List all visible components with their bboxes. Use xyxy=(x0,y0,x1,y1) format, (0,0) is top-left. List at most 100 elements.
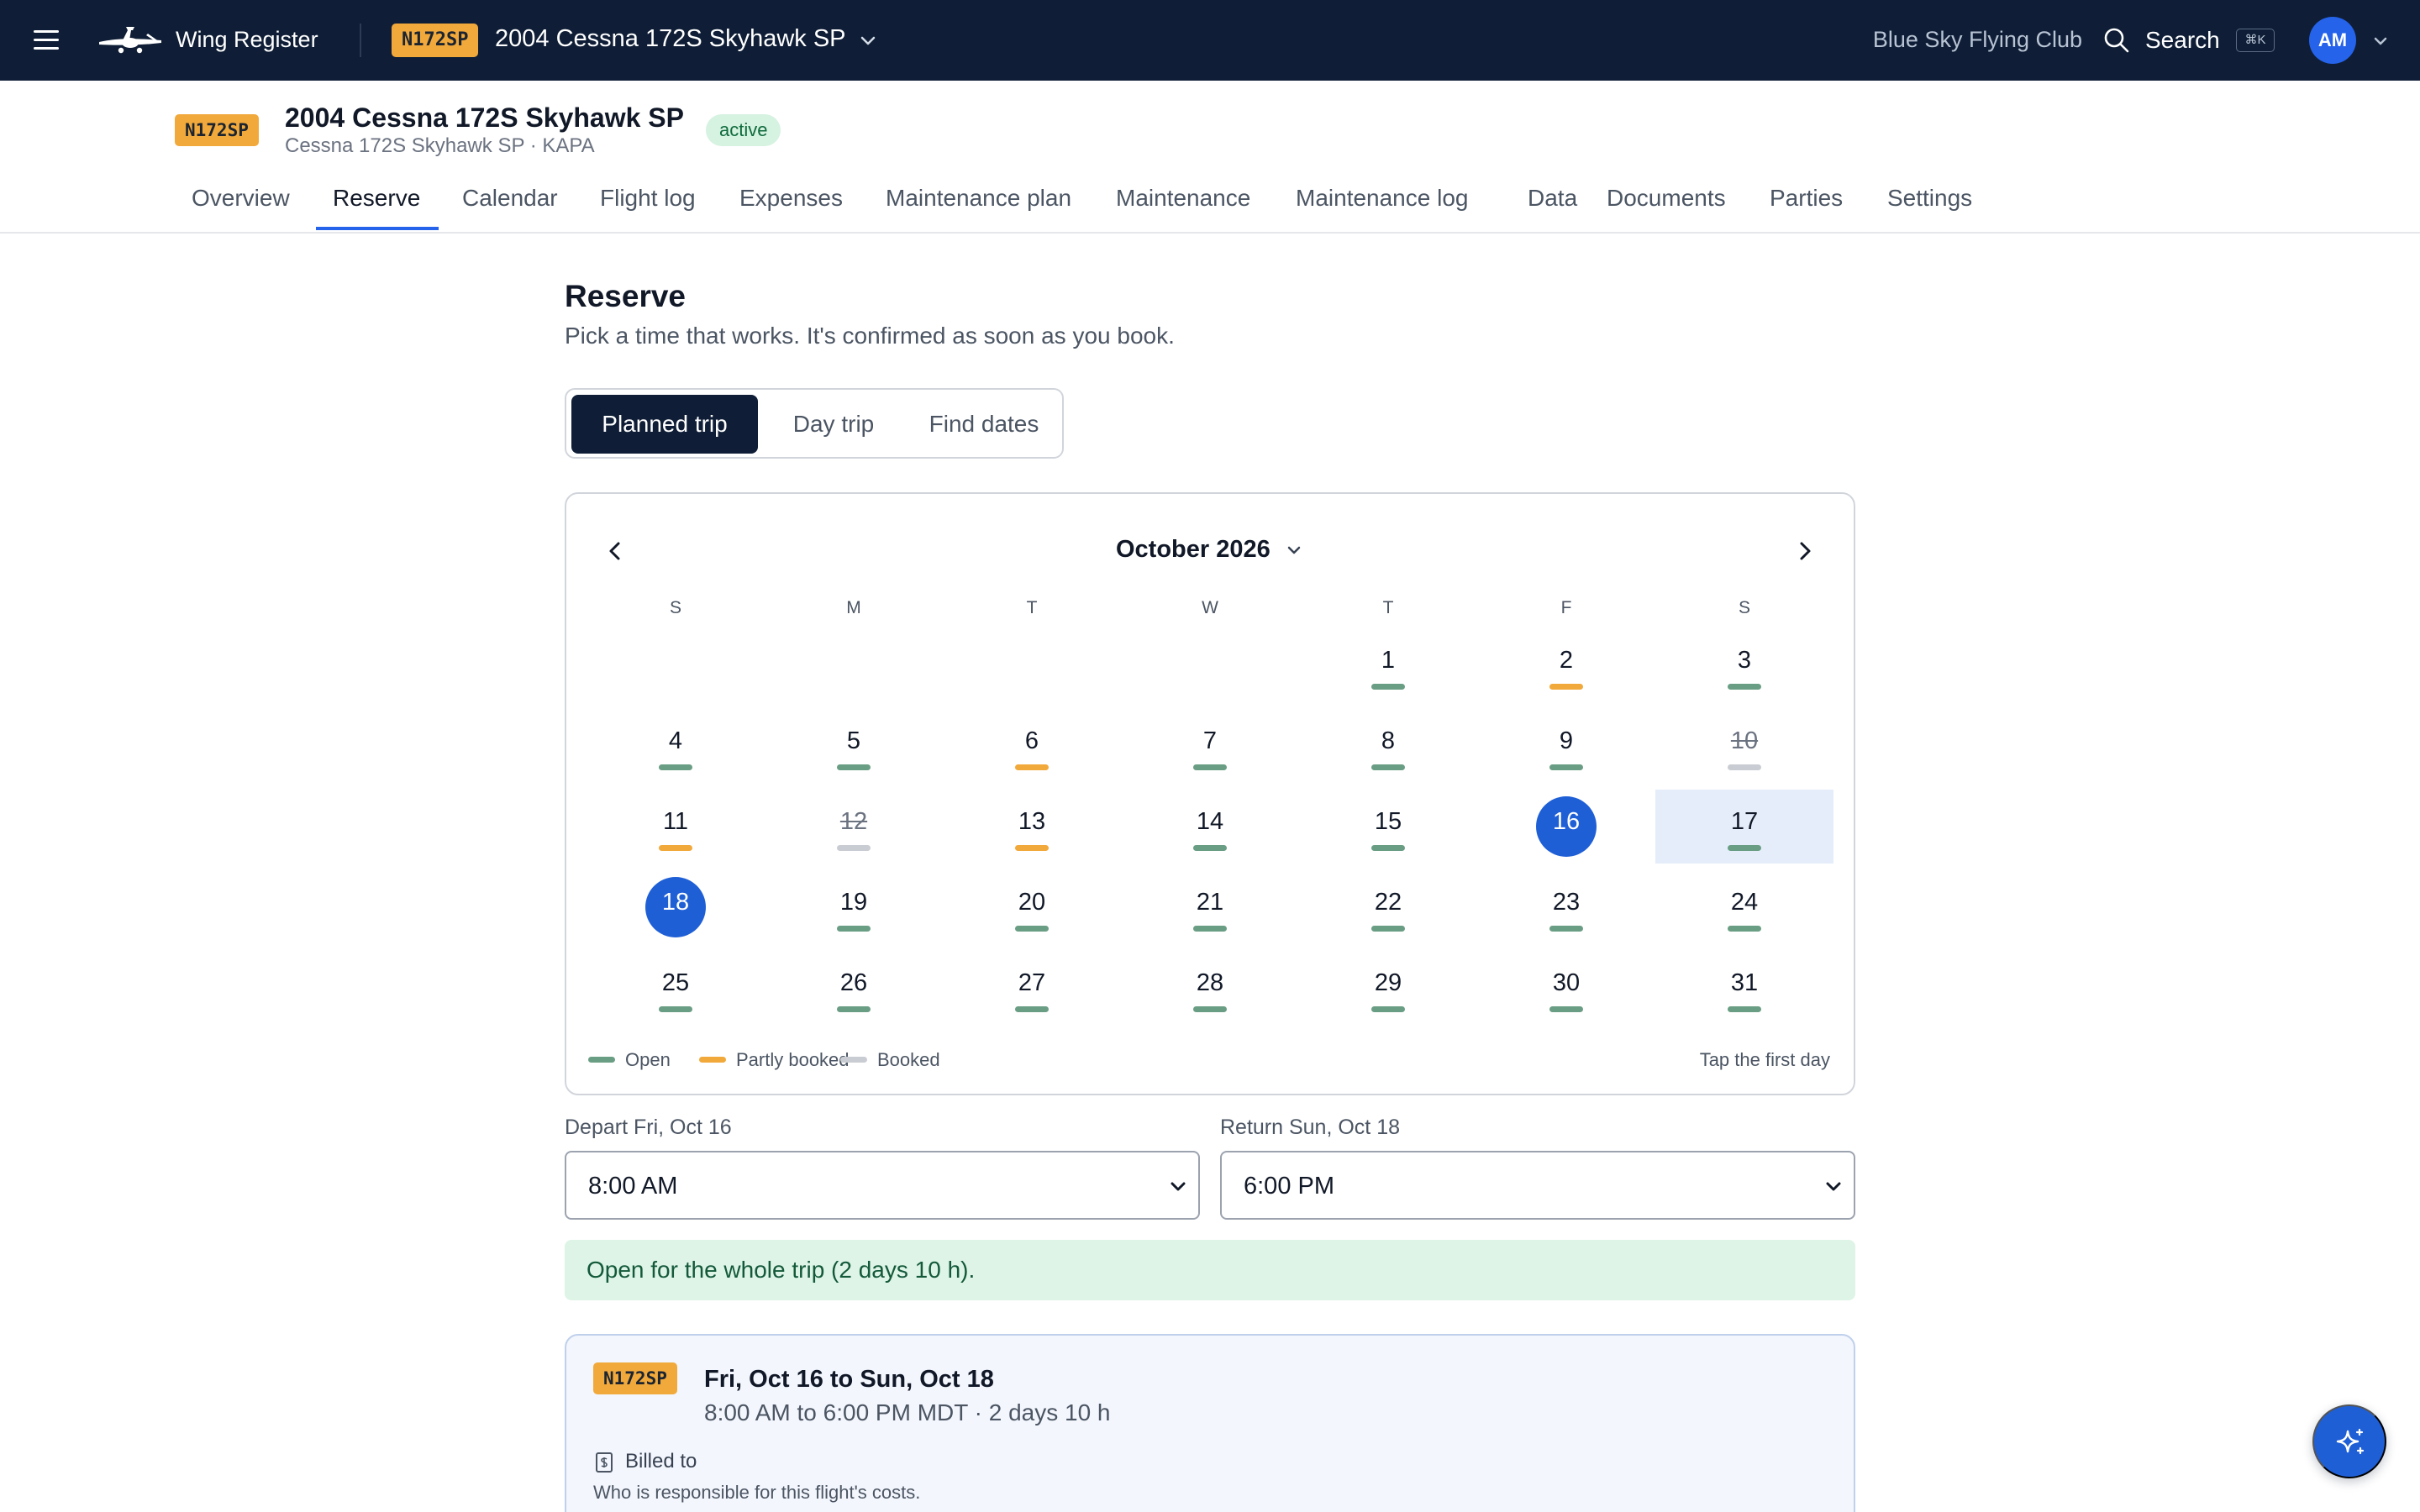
page-subtitle: Pick a time that works. It's confirmed a… xyxy=(565,323,1175,349)
calendar-day[interactable]: 7 xyxy=(1121,709,1299,783)
availability-bar-open xyxy=(1371,1006,1405,1012)
calendar-day[interactable]: 8 xyxy=(1299,709,1477,783)
day-number: 10 xyxy=(1730,727,1759,754)
return-time-select[interactable]: 6:00 PM xyxy=(1220,1151,1855,1220)
menu-icon[interactable] xyxy=(32,28,62,53)
mode-day-trip[interactable]: Day trip xyxy=(761,395,906,454)
club-name[interactable]: Blue Sky Flying Club xyxy=(1873,27,2082,53)
tab-reserve[interactable]: Reserve xyxy=(333,185,420,212)
availability-bar-open xyxy=(1015,1006,1049,1012)
calendar-day[interactable]: 27 xyxy=(943,951,1121,1025)
weekday-header: S xyxy=(1738,598,1750,617)
chevron-down-icon[interactable] xyxy=(857,30,879,50)
depart-time-select[interactable]: 8:00 AM xyxy=(565,1151,1200,1220)
day-number: 20 xyxy=(1018,889,1046,916)
aircraft-tabs: Overview Reserve Calendar Flight log Expense… xyxy=(176,173,2420,232)
day-number: 2 xyxy=(1559,647,1574,674)
calendar-day[interactable]: 20 xyxy=(943,870,1121,944)
receipt-icon xyxy=(596,1452,613,1473)
tab-flight-log[interactable]: Flight log xyxy=(600,185,696,212)
chevron-right-icon[interactable] xyxy=(1788,534,1822,568)
calendar-day[interactable]: 4 xyxy=(587,709,765,783)
summary-dates: Fri, Oct 16 to Sun, Oct 18 xyxy=(704,1366,994,1393)
chevron-left-icon[interactable] xyxy=(598,534,632,568)
availability-bar-open xyxy=(659,764,692,770)
tabs-divider xyxy=(0,232,2420,234)
tail-number-badge: N172SP xyxy=(593,1362,677,1394)
day-number: 15 xyxy=(1374,808,1402,835)
tab-parties[interactable]: Parties xyxy=(1770,185,1843,212)
aircraft-title: 2004 Cessna 172S Skyhawk SP xyxy=(285,102,684,133)
calendar-day[interactable]: 16 xyxy=(1477,790,1655,864)
day-number: 21 xyxy=(1196,889,1224,916)
reservation-summary: N172SP Fri, Oct 16 to Sun, Oct 18 8:00 A… xyxy=(565,1334,1855,1512)
tab-calendar[interactable]: Calendar xyxy=(462,185,558,212)
mode-planned-trip[interactable]: Planned trip xyxy=(571,395,758,454)
mode-find-dates[interactable]: Find dates xyxy=(906,395,1062,454)
user-avatar[interactable]: AM xyxy=(2309,17,2356,64)
status-badge: active xyxy=(706,114,781,146)
tab-maintenance-plan[interactable]: Maintenance plan xyxy=(886,185,1071,212)
calendar-day[interactable]: 11 xyxy=(587,790,765,864)
tab-settings[interactable]: Settings xyxy=(1887,185,1972,212)
calendar-day[interactable]: 29 xyxy=(1299,951,1477,1025)
availability-bar-open xyxy=(1728,684,1761,690)
calendar-day[interactable]: 31 xyxy=(1655,951,1833,1025)
availability-bar-partly xyxy=(1549,684,1583,690)
calendar-day[interactable]: 25 xyxy=(587,951,765,1025)
weekday-header: T xyxy=(1026,598,1038,617)
availability-bar-open xyxy=(1193,845,1227,851)
calendar-day[interactable]: 1 xyxy=(1299,628,1477,702)
day-number: 17 xyxy=(1730,808,1759,835)
calendar-day[interactable]: 24 xyxy=(1655,870,1833,944)
calendar-day[interactable]: 22 xyxy=(1299,870,1477,944)
calendar-day[interactable]: 5 xyxy=(765,709,943,783)
tab-data[interactable]: Data xyxy=(1528,185,1577,212)
calendar-day[interactable]: 26 xyxy=(765,951,943,1025)
calendar-day[interactable]: 3 xyxy=(1655,628,1833,702)
availability-bar-open xyxy=(1371,684,1405,690)
day-number: 26 xyxy=(839,969,868,996)
calendar-day[interactable]: 18 xyxy=(587,870,765,944)
availability-bar-open xyxy=(1728,845,1761,851)
tab-maintenance-log[interactable]: Maintenance log xyxy=(1296,185,1468,212)
tab-overview[interactable]: Overview xyxy=(192,185,290,212)
month-picker[interactable]: October 2026 xyxy=(1116,531,1301,568)
billed-to-label: Billed to xyxy=(625,1450,697,1473)
calendar-day[interactable]: 23 xyxy=(1477,870,1655,944)
calendar-day[interactable]: 13 xyxy=(943,790,1121,864)
aircraft-switcher[interactable]: 2004 Cessna 172S Skyhawk SP xyxy=(495,25,846,53)
availability-bar-partly xyxy=(659,845,692,851)
day-number: 8 xyxy=(1381,727,1396,754)
app-name[interactable]: Wing Register xyxy=(176,27,318,53)
tab-maintenance[interactable]: Maintenance xyxy=(1116,185,1250,212)
active-tab-indicator xyxy=(316,227,439,230)
search-shortcut: ⌘K xyxy=(2236,29,2275,52)
chevron-down-icon[interactable] xyxy=(2370,32,2391,50)
tab-expenses[interactable]: Expenses xyxy=(739,185,843,212)
availability-bar-open xyxy=(1728,1006,1761,1012)
search-icon xyxy=(2104,28,2129,53)
calendar-day[interactable]: 15 xyxy=(1299,790,1477,864)
calendar-day[interactable]: 21 xyxy=(1121,870,1299,944)
calendar-day[interactable]: 30 xyxy=(1477,951,1655,1025)
availability-bar-booked xyxy=(837,845,871,851)
day-number: 7 xyxy=(1202,727,1218,754)
ai-assistant-button[interactable] xyxy=(2312,1404,2386,1478)
availability-bar-open xyxy=(1549,764,1583,770)
depart-time-value: 8:00 AM xyxy=(588,1173,678,1200)
legend-label: Booked xyxy=(877,1049,940,1070)
calendar-day[interactable]: 6 xyxy=(943,709,1121,783)
availability-bar-open xyxy=(1371,845,1405,851)
calendar-day[interactable]: 28 xyxy=(1121,951,1299,1025)
tab-documents[interactable]: Documents xyxy=(1607,185,1726,212)
availability-bar-open xyxy=(837,764,871,770)
weekday-header: T xyxy=(1382,598,1394,617)
calendar-day[interactable]: 14 xyxy=(1121,790,1299,864)
calendar-day[interactable]: 9 xyxy=(1477,709,1655,783)
search-button[interactable]: Search ⌘K xyxy=(2103,23,2276,58)
availability-bar-open xyxy=(1549,1006,1583,1012)
calendar-day[interactable]: 19 xyxy=(765,870,943,944)
calendar-day[interactable]: 17 xyxy=(1655,790,1833,864)
calendar-day[interactable]: 2 xyxy=(1477,628,1655,702)
